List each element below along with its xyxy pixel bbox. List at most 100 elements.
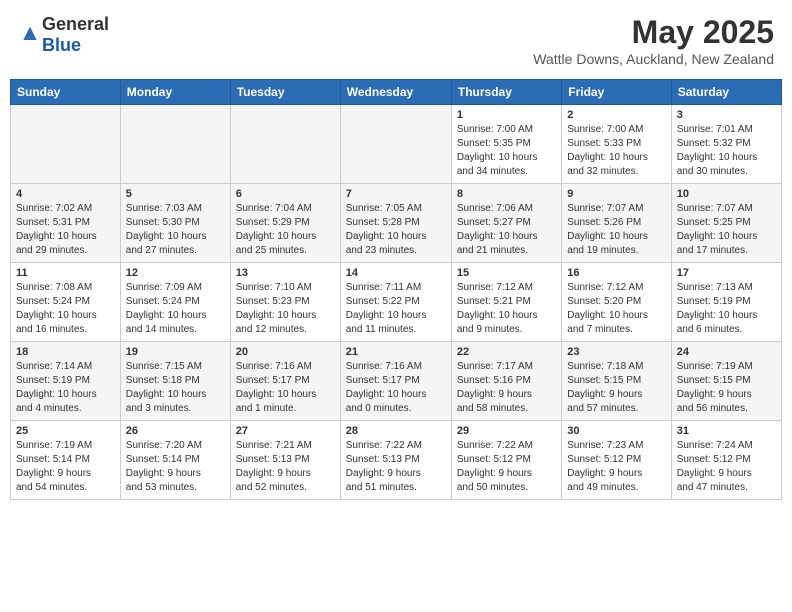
day-info: Sunrise: 7:00 AM Sunset: 5:33 PM Dayligh… [567, 123, 665, 179]
calendar-cell: 9 Sunrise: 7:07 AM Sunset: 5:26 PM Daylig… [562, 184, 671, 263]
day-info: Sunrise: 7:20 AM Sunset: 5:14 PM Dayligh… [126, 439, 225, 495]
day-number: 24 [677, 346, 776, 358]
calendar-week-3: 11 Sunrise: 7:08 AM Sunset: 5:24 PM Dayli… [11, 263, 782, 342]
day-number: 6 [236, 188, 335, 200]
day-info: Sunrise: 7:13 AM Sunset: 5:19 PM Dayligh… [677, 281, 776, 337]
calendar-cell: 17 Sunrise: 7:13 AM Sunset: 5:19 PM Dayli… [671, 263, 781, 342]
day-number: 15 [457, 267, 556, 279]
day-number: 2 [567, 109, 665, 121]
calendar-cell: 4 Sunrise: 7:02 AM Sunset: 5:31 PM Daylig… [11, 184, 121, 263]
day-info: Sunrise: 7:04 AM Sunset: 5:29 PM Dayligh… [236, 202, 335, 258]
day-info: Sunrise: 7:07 AM Sunset: 5:26 PM Dayligh… [567, 202, 665, 258]
calendar-cell: 16 Sunrise: 7:12 AM Sunset: 5:20 PM Dayli… [562, 263, 671, 342]
day-info: Sunrise: 7:18 AM Sunset: 5:15 PM Dayligh… [567, 360, 665, 416]
calendar-cell: 12 Sunrise: 7:09 AM Sunset: 5:24 PM Dayli… [120, 263, 230, 342]
day-info: Sunrise: 7:00 AM Sunset: 5:35 PM Dayligh… [457, 123, 556, 179]
day-info: Sunrise: 7:16 AM Sunset: 5:17 PM Dayligh… [346, 360, 446, 416]
day-number: 13 [236, 267, 335, 279]
calendar-cell: 24 Sunrise: 7:19 AM Sunset: 5:15 PM Dayli… [671, 342, 781, 421]
day-info: Sunrise: 7:03 AM Sunset: 5:30 PM Dayligh… [126, 202, 225, 258]
day-number: 12 [126, 267, 225, 279]
logo-general: General [42, 14, 109, 34]
calendar-cell: 23 Sunrise: 7:18 AM Sunset: 5:15 PM Dayli… [562, 342, 671, 421]
weekday-header-friday: Friday [562, 80, 671, 105]
day-number: 9 [567, 188, 665, 200]
calendar-cell: 2 Sunrise: 7:00 AM Sunset: 5:33 PM Daylig… [562, 105, 671, 184]
weekday-header-monday: Monday [120, 80, 230, 105]
day-info: Sunrise: 7:21 AM Sunset: 5:13 PM Dayligh… [236, 439, 335, 495]
calendar-cell: 8 Sunrise: 7:06 AM Sunset: 5:27 PM Daylig… [451, 184, 561, 263]
day-number: 28 [346, 425, 446, 437]
day-info: Sunrise: 7:17 AM Sunset: 5:16 PM Dayligh… [457, 360, 556, 416]
logo: General Blue [18, 14, 109, 56]
calendar-cell: 5 Sunrise: 7:03 AM Sunset: 5:30 PM Daylig… [120, 184, 230, 263]
day-info: Sunrise: 7:15 AM Sunset: 5:18 PM Dayligh… [126, 360, 225, 416]
day-info: Sunrise: 7:14 AM Sunset: 5:19 PM Dayligh… [16, 360, 115, 416]
day-number: 19 [126, 346, 225, 358]
day-number: 18 [16, 346, 115, 358]
calendar-cell: 31 Sunrise: 7:24 AM Sunset: 5:12 PM Dayli… [671, 421, 781, 500]
day-info: Sunrise: 7:08 AM Sunset: 5:24 PM Dayligh… [16, 281, 115, 337]
calendar-cell: 6 Sunrise: 7:04 AM Sunset: 5:29 PM Daylig… [230, 184, 340, 263]
weekday-header-sunday: Sunday [11, 80, 121, 105]
weekday-header-row: SundayMondayTuesdayWednesdayThursdayFrid… [11, 80, 782, 105]
calendar-week-1: 1 Sunrise: 7:00 AM Sunset: 5:35 PM Daylig… [11, 105, 782, 184]
day-number: 17 [677, 267, 776, 279]
calendar-cell: 1 Sunrise: 7:00 AM Sunset: 5:35 PM Daylig… [451, 105, 561, 184]
day-number: 1 [457, 109, 556, 121]
day-info: Sunrise: 7:06 AM Sunset: 5:27 PM Dayligh… [457, 202, 556, 258]
calendar-cell: 19 Sunrise: 7:15 AM Sunset: 5:18 PM Dayli… [120, 342, 230, 421]
day-info: Sunrise: 7:10 AM Sunset: 5:23 PM Dayligh… [236, 281, 335, 337]
location-title: Wattle Downs, Auckland, New Zealand [533, 51, 774, 67]
day-info: Sunrise: 7:22 AM Sunset: 5:12 PM Dayligh… [457, 439, 556, 495]
calendar-week-4: 18 Sunrise: 7:14 AM Sunset: 5:19 PM Dayli… [11, 342, 782, 421]
calendar-cell [11, 105, 121, 184]
calendar-cell: 7 Sunrise: 7:05 AM Sunset: 5:28 PM Daylig… [340, 184, 451, 263]
day-number: 4 [16, 188, 115, 200]
calendar-cell: 20Sunrise: 7:16 AM Sunset: 5:17 PM Dayli… [230, 342, 340, 421]
logo-icon [20, 25, 40, 45]
day-info: Sunrise: 7:23 AM Sunset: 5:12 PM Dayligh… [567, 439, 665, 495]
calendar-cell: 18 Sunrise: 7:14 AM Sunset: 5:19 PM Dayli… [11, 342, 121, 421]
day-number: 3 [677, 109, 776, 121]
day-info: Sunrise: 7:19 AM Sunset: 5:14 PM Dayligh… [16, 439, 115, 495]
title-block: May 2025 Wattle Downs, Auckland, New Zea… [533, 14, 774, 67]
day-info: Sunrise: 7:22 AM Sunset: 5:13 PM Dayligh… [346, 439, 446, 495]
day-info: Sunrise: 7:05 AM Sunset: 5:28 PM Dayligh… [346, 202, 446, 258]
calendar-cell: 11 Sunrise: 7:08 AM Sunset: 5:24 PM Dayli… [11, 263, 121, 342]
calendar-cell: 28 Sunrise: 7:22 AM Sunset: 5:13 PM Dayli… [340, 421, 451, 500]
calendar-cell: 21Sunrise: 7:16 AM Sunset: 5:17 PM Dayli… [340, 342, 451, 421]
page-header: General Blue May 2025 Wattle Downs, Auck… [10, 10, 782, 71]
day-number: 23 [567, 346, 665, 358]
day-number: 5 [126, 188, 225, 200]
calendar-cell: 3Sunrise: 7:01 AM Sunset: 5:32 PM Daylig… [671, 105, 781, 184]
calendar-week-2: 4 Sunrise: 7:02 AM Sunset: 5:31 PM Daylig… [11, 184, 782, 263]
calendar-cell: 13 Sunrise: 7:10 AM Sunset: 5:23 PM Dayli… [230, 263, 340, 342]
calendar-cell: 22Sunrise: 7:17 AM Sunset: 5:16 PM Dayli… [451, 342, 561, 421]
day-info: Sunrise: 7:12 AM Sunset: 5:20 PM Dayligh… [567, 281, 665, 337]
logo-blue: Blue [42, 35, 81, 55]
day-number: 16 [567, 267, 665, 279]
calendar-cell: 30 Sunrise: 7:23 AM Sunset: 5:12 PM Dayli… [562, 421, 671, 500]
day-number: 7 [346, 188, 446, 200]
day-info: Sunrise: 7:11 AM Sunset: 5:22 PM Dayligh… [346, 281, 446, 337]
month-title: May 2025 [533, 14, 774, 51]
day-number: 10 [677, 188, 776, 200]
day-info: Sunrise: 7:24 AM Sunset: 5:12 PM Dayligh… [677, 439, 776, 495]
day-number: 29 [457, 425, 556, 437]
day-number: 11 [16, 267, 115, 279]
day-number: 26 [126, 425, 225, 437]
weekday-header-wednesday: Wednesday [340, 80, 451, 105]
day-info: Sunrise: 7:02 AM Sunset: 5:31 PM Dayligh… [16, 202, 115, 258]
day-info: Sunrise: 7:12 AM Sunset: 5:21 PM Dayligh… [457, 281, 556, 337]
day-number: 20 [236, 346, 335, 358]
day-number: 31 [677, 425, 776, 437]
day-number: 30 [567, 425, 665, 437]
calendar-cell [230, 105, 340, 184]
weekday-header-thursday: Thursday [451, 80, 561, 105]
day-number: 14 [346, 267, 446, 279]
day-info: Sunrise: 7:09 AM Sunset: 5:24 PM Dayligh… [126, 281, 225, 337]
day-info: Sunrise: 7:19 AM Sunset: 5:15 PM Dayligh… [677, 360, 776, 416]
calendar-table: SundayMondayTuesdayWednesdayThursdayFrid… [10, 79, 782, 500]
day-number: 8 [457, 188, 556, 200]
